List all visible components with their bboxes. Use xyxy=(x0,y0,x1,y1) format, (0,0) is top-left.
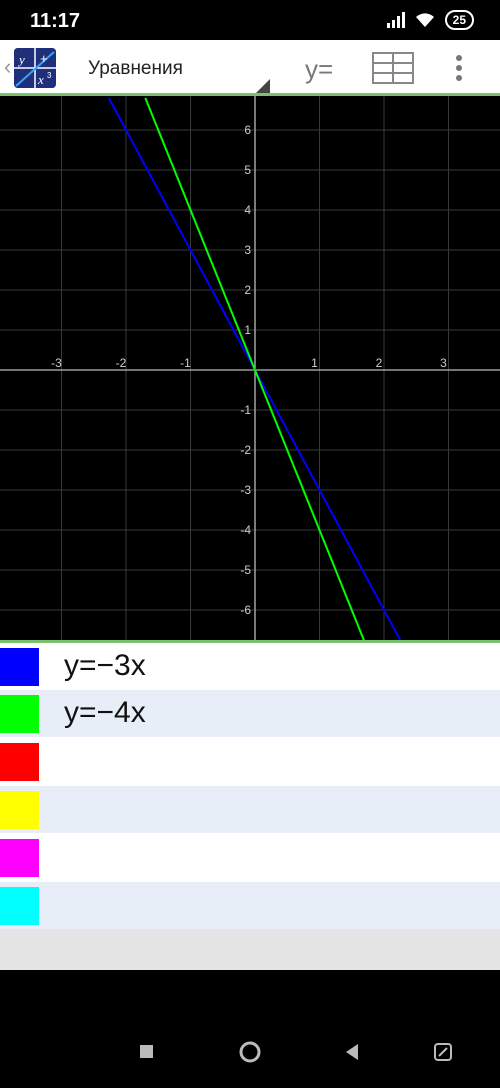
equation-row[interactable] xyxy=(0,738,500,785)
color-swatch-yellow[interactable] xyxy=(0,791,39,829)
app-logo-icon[interactable]: y + x 3 xyxy=(14,48,56,88)
status-bar: 11:17 25 xyxy=(0,0,500,40)
equation-row[interactable]: y=−4x xyxy=(0,690,500,737)
y-tick-label: -5 xyxy=(240,563,251,577)
back-chevron-icon[interactable]: ‹ xyxy=(4,54,11,80)
x-tick-label: 2 xyxy=(376,356,383,370)
dropdown-triangle-icon[interactable] xyxy=(256,79,270,93)
battery-icon: 25 xyxy=(444,10,474,30)
table-icon[interactable] xyxy=(372,52,414,84)
svg-text:+: + xyxy=(40,51,48,66)
color-swatch-magenta[interactable] xyxy=(0,839,39,877)
y-tick-label: 4 xyxy=(244,203,251,217)
equation-text[interactable]: y=−4x xyxy=(64,696,146,730)
graph-area[interactable]: -3 -2 -1 1 2 3 6 5 4 3 2 1 -1 -2 -3 -4 -5 -6 xyxy=(0,96,500,640)
equation-list-footer xyxy=(0,929,500,970)
home-icon[interactable] xyxy=(239,1041,261,1063)
equation-row[interactable]: y=−3x xyxy=(0,643,500,690)
system-nav-bar xyxy=(0,1022,500,1083)
y-tick-label: 1 xyxy=(244,323,251,337)
back-nav-icon[interactable] xyxy=(346,1044,358,1060)
color-swatch-green[interactable] xyxy=(0,695,39,733)
y-tick-label: 3 xyxy=(244,243,251,257)
app-toolbar: ‹ y + x 3 Уравнения y= xyxy=(0,40,500,96)
y-tick-label: 5 xyxy=(244,163,251,177)
x-tick-label: -2 xyxy=(116,356,127,370)
x-tick-label: 1 xyxy=(311,356,318,370)
svg-text:3: 3 xyxy=(47,71,52,80)
status-icons: 25 xyxy=(386,10,474,30)
y-tick-label: -2 xyxy=(240,443,251,457)
y-tick-label: -6 xyxy=(240,603,251,617)
equation-text[interactable]: y=−3x xyxy=(64,649,146,683)
color-swatch-blue[interactable] xyxy=(0,648,39,686)
color-swatch-red[interactable] xyxy=(0,743,39,781)
x-tick-label: -1 xyxy=(180,356,191,370)
recent-apps-icon[interactable] xyxy=(140,1045,153,1058)
y-tick-label: 6 xyxy=(244,123,251,137)
equation-mode-button[interactable]: y= xyxy=(305,54,333,85)
page-title[interactable]: Уравнения xyxy=(88,58,183,80)
y-tick-label: 2 xyxy=(244,283,251,297)
status-time: 11:17 xyxy=(30,10,81,32)
equation-row[interactable] xyxy=(0,786,500,833)
fullscreen-icon[interactable] xyxy=(434,1043,452,1061)
x-tick-label: 3 xyxy=(440,356,447,370)
more-menu-icon[interactable] xyxy=(455,54,463,82)
svg-text:y: y xyxy=(17,52,25,67)
equation-list: y=−3x y=−4x xyxy=(0,640,500,970)
color-swatch-cyan[interactable] xyxy=(0,887,39,925)
equation-row[interactable] xyxy=(0,834,500,881)
y-tick-label: -4 xyxy=(240,523,251,537)
signal-icon xyxy=(386,12,405,28)
wifi-icon xyxy=(415,13,434,27)
y-tick-label: -1 xyxy=(240,403,251,417)
equation-row[interactable] xyxy=(0,882,500,929)
x-tick-label: -3 xyxy=(51,356,62,370)
y-tick-label: -3 xyxy=(240,483,251,497)
graph-canvas[interactable]: -3 -2 -1 1 2 3 6 5 4 3 2 1 -1 -2 -3 -4 -5 -6 xyxy=(0,96,500,640)
svg-text:x: x xyxy=(37,72,44,87)
